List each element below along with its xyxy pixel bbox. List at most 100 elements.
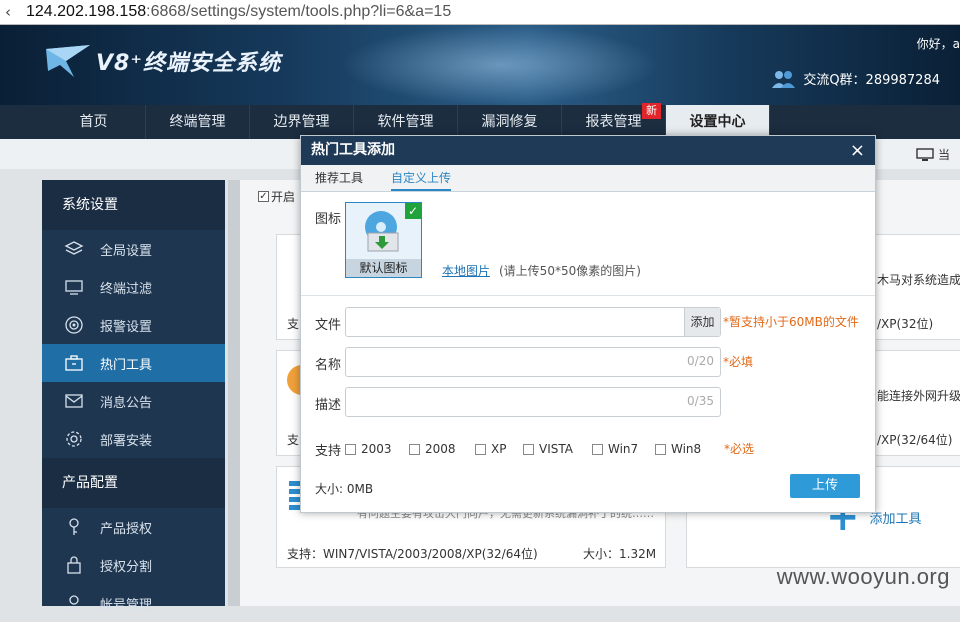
checkbox-icon — [655, 443, 666, 455]
enable-checkbox[interactable]: ✓ 开启 — [258, 188, 295, 205]
nav-software-management[interactable]: 软件管理 — [354, 105, 458, 139]
nav-label: 漏洞修复 — [481, 114, 538, 130]
toolbox-icon — [64, 353, 84, 373]
checkbox-icon — [475, 443, 486, 455]
os-label: Win7 — [608, 442, 639, 456]
lock-icon — [64, 555, 84, 575]
support-field-label: 支持 — [315, 444, 342, 459]
sidebar: 系统设置 全局设置 终端过滤 报警设置 热门工具 消息公告 部署安装 产品配置 … — [42, 180, 225, 613]
add-tool-label: 添加工具 — [869, 511, 922, 527]
upload-button[interactable]: 上传 — [790, 474, 860, 498]
sidebar-item-label: 全局设置 — [100, 243, 153, 259]
file-size-note: *暂支持小于60MB的文件 — [723, 315, 859, 329]
url-text[interactable]: 124.202.198.158:6868/settings/system/too… — [26, 3, 451, 21]
sidebar-item-deploy-install[interactable]: 部署安装 — [42, 420, 225, 458]
os-checkbox-vista[interactable]: VISTA — [523, 442, 573, 456]
local-picture-link[interactable]: 本地图片 — [442, 262, 490, 279]
nav-report-management[interactable]: 报表管理新 — [562, 103, 666, 139]
checkbox-checked-icon: ✓ — [258, 191, 269, 202]
nav-home[interactable]: 首页 — [42, 105, 146, 139]
monitor-toggle[interactable]: 当 — [916, 146, 950, 163]
os-checkbox-win8[interactable]: Win8 — [655, 442, 701, 456]
desc-char-count: 0/35 — [687, 394, 714, 408]
checkbox-icon — [523, 443, 534, 455]
os-label: Win8 — [671, 442, 702, 456]
dialog-divider — [301, 295, 875, 296]
new-badge: 新 — [642, 103, 661, 119]
sidebar-item-account-management[interactable]: 帐号管理 — [42, 584, 225, 622]
sidebar-item-hot-tools[interactable]: 热门工具 — [42, 344, 225, 382]
tool-card-support: 支 — [287, 317, 300, 331]
checkbox-icon — [345, 443, 356, 455]
nav-label: 终端管理 — [169, 114, 226, 130]
app-header: V8⁺终端安全系统 你好，a 交流Q群：289987284 — [0, 25, 960, 105]
header-glow — [340, 25, 660, 105]
sidebar-item-terminal-filter[interactable]: 终端过滤 — [42, 268, 225, 306]
nav-vulnerability-repair[interactable]: 漏洞修复 — [458, 105, 562, 139]
os-label: 2008 — [425, 442, 456, 456]
logo-text: V8⁺终端安全系统 — [96, 51, 281, 76]
os-checkbox-xp[interactable]: XP — [475, 442, 506, 456]
tool-card-os: /XP(32位) — [877, 317, 934, 331]
checkbox-icon — [409, 443, 420, 455]
hot-tool-add-dialog: 热门工具添加 × 推荐工具 自定义上传 图标 ✓ 默认图标 本地图片 (请上传5… — [300, 135, 876, 513]
url-host: 124.202.198.158 — [26, 3, 147, 20]
sidebar-item-announcements[interactable]: 消息公告 — [42, 382, 225, 420]
nav-boundary-management[interactable]: 边界管理 — [250, 105, 354, 139]
url-path: :6868/settings/system/tools.php?li=6&a=1… — [146, 3, 452, 20]
icon-size-hint: (请上传50*50像素的图片) — [499, 264, 641, 278]
default-icon-option[interactable]: ✓ 默认图标 — [345, 202, 422, 278]
nav-settings-center[interactable]: 设置中心 — [666, 105, 770, 139]
sidebar-section-product-config: 产品配置 — [42, 458, 225, 508]
back-arrow-icon[interactable]: ‹ — [0, 3, 16, 21]
sidebar-item-alarm-settings[interactable]: 报警设置 — [42, 306, 225, 344]
sidebar-item-label: 部署安装 — [100, 433, 153, 449]
tool-card-os: /XP(32/64位) — [877, 433, 953, 447]
tab-recommended-tools[interactable]: 推荐工具 — [315, 165, 363, 191]
sidebar-item-label: 消息公告 — [100, 395, 153, 411]
main-nav: 首页 终端管理 边界管理 软件管理 漏洞修复 报表管理新 设置中心 — [0, 103, 960, 139]
nav-label: 软件管理 — [377, 114, 434, 130]
user-icon — [64, 593, 84, 613]
close-icon[interactable]: × — [850, 136, 865, 165]
sidebar-item-label: 报警设置 — [100, 319, 153, 335]
name-input[interactable]: 0/20 — [345, 347, 721, 377]
key-icon — [64, 517, 84, 537]
description-input[interactable]: 0/35 — [345, 387, 721, 417]
file-input[interactable]: 添加 — [345, 307, 721, 337]
nav-terminal-management[interactable]: 终端管理 — [146, 105, 250, 139]
name-char-count: 0/20 — [687, 354, 714, 368]
tool-card-support: 支 — [287, 433, 300, 447]
os-checkbox-2003[interactable]: 2003 — [345, 442, 392, 456]
os-checkbox-2008[interactable]: 2008 — [409, 442, 456, 456]
sidebar-item-global-settings[interactable]: 全局设置 — [42, 230, 225, 268]
sidebar-item-label: 热门工具 — [100, 357, 153, 373]
enable-checkbox-label: 开启 — [271, 190, 296, 204]
file-add-button[interactable]: 添加 — [684, 308, 720, 336]
os-label: VISTA — [539, 442, 573, 456]
gear-icon — [64, 429, 84, 449]
sidebar-scrollbar[interactable] — [228, 180, 240, 606]
sidebar-item-license-split[interactable]: 授权分割 — [42, 546, 225, 584]
browser-url-bar[interactable]: ‹ 124.202.198.158:6868/settings/system/t… — [0, 0, 960, 25]
nav-label: 首页 — [79, 114, 108, 130]
os-checkbox-win7[interactable]: Win7 — [592, 442, 638, 456]
nav-label: 报表管理 — [585, 114, 642, 130]
os-required-note: *必选 — [724, 442, 755, 456]
sidebar-item-product-license[interactable]: 产品授权 — [42, 508, 225, 546]
name-field-label: 名称 — [315, 358, 342, 373]
tab-custom-upload[interactable]: 自定义上传 — [391, 165, 452, 191]
icon-field-label: 图标 — [315, 212, 342, 227]
disc-download-icon — [365, 211, 399, 252]
user-greeting: 你好，a — [916, 37, 960, 51]
desc-field-label: 描述 — [315, 398, 342, 413]
dialog-title: 热门工具添加 — [311, 142, 395, 158]
logo-bird-icon — [46, 45, 90, 77]
dialog-tabs: 推荐工具 自定义上传 — [301, 165, 875, 192]
monitor-label: 当 — [937, 148, 950, 162]
layers-icon — [64, 239, 84, 259]
tool-card-support: 支持：WIN7/VISTA/2003/2008/XP(32/64位) — [287, 547, 538, 561]
monitor-icon — [916, 147, 934, 161]
app-logo[interactable]: V8⁺终端安全系统 — [44, 41, 281, 81]
tool-card-desc: 木马对系统造成 — [877, 273, 960, 287]
